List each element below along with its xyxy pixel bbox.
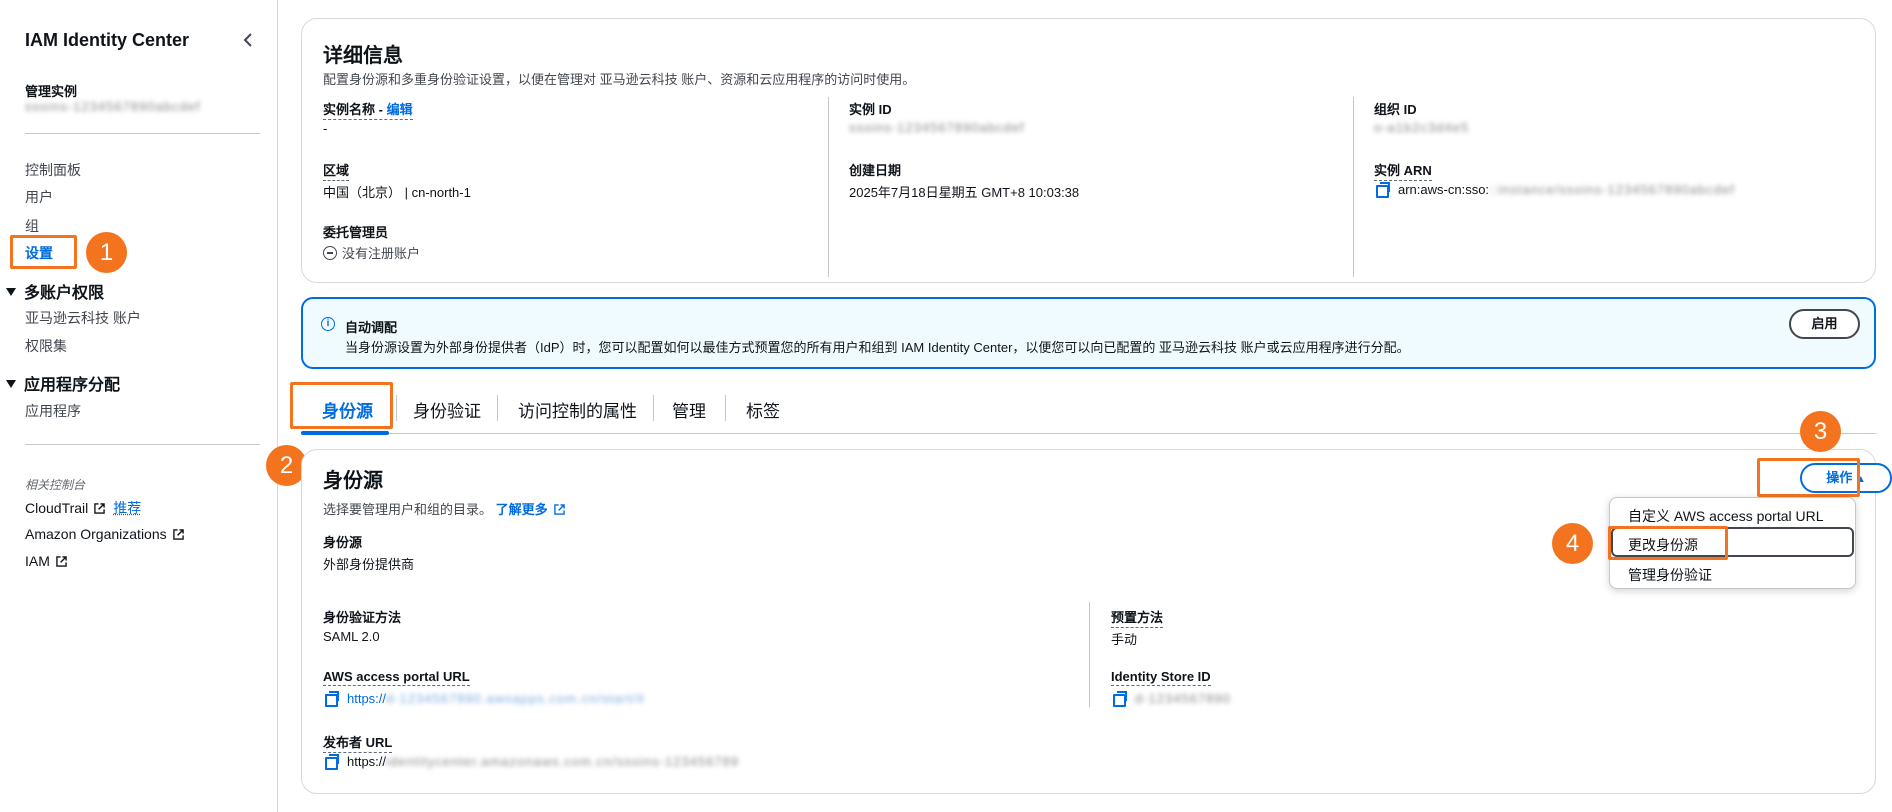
issuer-url-label: 发布者 URL: [323, 732, 393, 753]
column-divider: [828, 97, 829, 277]
highlight-box-change-identity-source: [1608, 526, 1728, 560]
enable-button[interactable]: 启用: [1789, 309, 1860, 339]
menu-item-manage-authentication[interactable]: 管理身份验证: [1628, 565, 1712, 585]
tab-attributes-access-control[interactable]: 访问控制的属性: [518, 397, 637, 422]
details-description: 配置身份源和多重身份验证设置，以便在管理对 亚马逊云科技 账户、资源和云应用程序…: [323, 72, 916, 87]
region-label: 区域: [323, 160, 350, 181]
org-id-label: 组织 ID: [1374, 102, 1417, 117]
portal-url-label: AWS access portal URL: [323, 669, 470, 686]
caret-down-icon: [6, 380, 16, 388]
link-organizations[interactable]: Amazon Organizations: [25, 526, 184, 542]
recommended-badge[interactable]: 推荐: [113, 500, 141, 516]
tab-management[interactable]: 管理: [672, 397, 706, 422]
auth-method-value: SAML 2.0: [323, 629, 380, 644]
delegated-admin-label: 委托管理员: [323, 225, 389, 240]
info-icon: i: [321, 317, 335, 331]
instance-label: 管理实例: [25, 84, 78, 99]
link-cloudtrail[interactable]: CloudTrail 推荐: [25, 498, 141, 518]
nav-dashboard[interactable]: 控制面板: [25, 160, 81, 180]
external-link-icon: [553, 504, 565, 515]
column-divider: [1089, 602, 1090, 707]
tab-authentication[interactable]: 身份验证: [413, 397, 481, 422]
highlight-box-identity-source-tab: [290, 382, 393, 429]
nav-groups[interactable]: 组: [25, 216, 39, 236]
copy-icon[interactable]: [1113, 691, 1127, 707]
sidebar: IAM Identity Center 管理实例 ssoins-12345678…: [0, 0, 278, 812]
provisioning-method-value: 手动: [1111, 632, 1138, 647]
details-card: 详细信息 配置身份源和多重身份验证设置，以便在管理对 亚马逊云科技 账户、资源和…: [301, 18, 1876, 283]
step-badge-3: 3: [1800, 411, 1841, 452]
divider: [25, 133, 260, 134]
active-tab-indicator: [301, 431, 389, 435]
step-badge-1: 1: [86, 232, 127, 273]
identity-store-id-label: Identity Store ID: [1111, 669, 1211, 686]
identity-store-id-value: d-1234567890: [1113, 691, 1231, 707]
instance-arn-value: arn:aws-cn:sso:::instance/ssoins-1234567…: [1376, 182, 1735, 198]
created-date-value: 2025年7月18日星期五 GMT+8 10:03:38: [849, 185, 1080, 200]
delegated-admin-value: 没有注册账户: [323, 243, 420, 262]
instance-name-label: 实例名称 - 编辑: [323, 99, 413, 120]
tab-separator: [497, 395, 498, 421]
sidebar-title: IAM Identity Center: [25, 30, 190, 50]
collapse-chevron-icon[interactable]: [240, 31, 256, 49]
source-value: 外部身份提供商: [323, 557, 415, 572]
identity-source-title: 身份源: [323, 470, 383, 492]
banner-text: 当身份源设置为外部身份提供者（IdP）时，您可以配置如何以最佳方式预置您的所有用…: [345, 340, 1410, 355]
highlight-box-settings: [10, 235, 77, 269]
link-iam[interactable]: IAM: [25, 553, 67, 569]
status-not-registered-icon: [323, 246, 337, 260]
instance-value: ssoins-1234567890abcdef: [25, 99, 201, 114]
instance-name-value: -: [323, 121, 328, 136]
source-label: 身份源: [323, 535, 363, 550]
nav-permission-sets[interactable]: 权限集: [25, 336, 67, 356]
issuer-url-value: https://identitycenter.amazonaws.com.cn/…: [325, 754, 739, 770]
provisioning-method-label: 预置方法: [1111, 607, 1164, 628]
instance-id-value: ssoins-1234567890abcdef: [849, 120, 1025, 135]
external-link-icon: [94, 503, 106, 514]
copy-icon[interactable]: [325, 691, 339, 707]
tab-tags[interactable]: 标签: [746, 397, 780, 422]
auto-provisioning-banner: i 自动调配 当身份源设置为外部身份提供者（IdP）时，您可以配置如何以最佳方式…: [301, 297, 1876, 369]
portal-url-value[interactable]: https://d-1234567890.awsapps.com.cn/star…: [325, 691, 645, 707]
nav-applications[interactable]: 应用程序: [25, 401, 81, 421]
settings-tabs: 身份源 身份验证 访问控制的属性 管理 标签: [301, 381, 1876, 435]
group-multi-account[interactable]: 多账户权限: [6, 279, 104, 303]
edit-link[interactable]: 编辑: [387, 102, 413, 117]
details-title: 详细信息: [323, 45, 403, 67]
tab-separator: [653, 395, 654, 421]
copy-icon[interactable]: [1376, 182, 1390, 198]
menu-item-customize-portal-url[interactable]: 自定义 AWS access portal URL: [1628, 506, 1824, 526]
banner-title: 自动调配: [345, 320, 398, 335]
instance-arn-label: 实例 ARN: [1374, 160, 1432, 181]
learn-more-link[interactable]: 了解更多: [496, 502, 565, 517]
org-id-value: o-a1b2c3d4e5: [1374, 120, 1470, 135]
step-badge-4: 4: [1552, 523, 1593, 564]
created-date-label: 创建日期: [849, 163, 902, 178]
identity-source-description: 选择要管理用户和组的目录。 了解更多: [323, 499, 565, 518]
instance-id-label: 实例 ID: [849, 102, 892, 117]
tab-separator: [396, 395, 397, 421]
external-link-icon: [56, 556, 67, 567]
region-value: 中国（北京） | cn-north-1: [323, 185, 471, 200]
divider: [25, 444, 260, 445]
nav-users[interactable]: 用户: [25, 187, 53, 207]
nav-accounts[interactable]: 亚马逊云科技 账户: [25, 308, 141, 328]
highlight-box-actions: [1757, 458, 1860, 497]
copy-icon[interactable]: [325, 754, 339, 770]
related-consoles-title: 相关控制台: [25, 478, 86, 492]
group-app-assignments[interactable]: 应用程序分配: [6, 371, 120, 395]
tab-separator: [725, 395, 726, 421]
external-link-icon: [172, 529, 184, 540]
caret-down-icon: [6, 288, 16, 296]
auth-method-label: 身份验证方法: [323, 610, 402, 625]
column-divider: [1353, 97, 1354, 277]
